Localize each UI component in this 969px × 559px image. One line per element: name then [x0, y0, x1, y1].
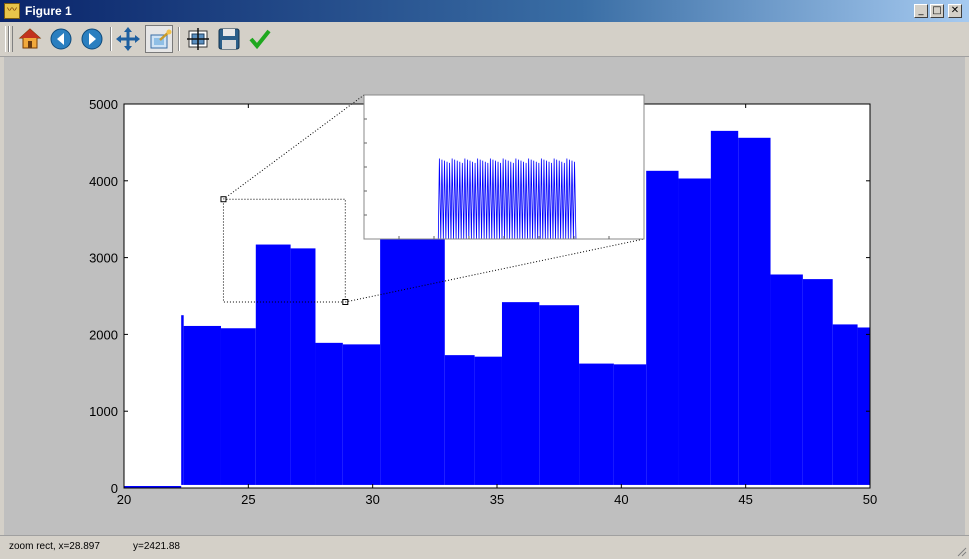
toolbar-grip-2	[9, 26, 13, 52]
forward-button[interactable]	[78, 25, 106, 53]
series-step-15	[646, 170, 679, 485]
x-tick-label: 30	[365, 492, 379, 507]
back-button[interactable]	[47, 25, 75, 53]
save-button[interactable]	[215, 25, 243, 53]
minimize-icon: _	[918, 5, 924, 16]
series-step-12	[539, 305, 580, 485]
series-step-2	[183, 325, 221, 485]
series-step-5	[290, 248, 316, 485]
y-tick-label: 1000	[89, 404, 118, 419]
x-tick-label: 35	[490, 492, 504, 507]
status-bar: zoom rect, x=28.897 y=2421.88	[0, 535, 969, 559]
x-tick-label: 50	[863, 492, 877, 507]
forward-arrow-icon	[81, 28, 103, 50]
series-step-6	[315, 342, 343, 485]
series-step-21	[832, 324, 858, 485]
series-step-7	[342, 344, 381, 485]
y-tick-label: 3000	[89, 251, 118, 266]
pan-button[interactable]	[114, 25, 142, 53]
series-step-11	[501, 302, 540, 485]
series-step-20	[802, 279, 833, 485]
home-icon	[18, 28, 42, 49]
window-title: Figure 1	[25, 4, 72, 18]
minimize-button[interactable]: _	[914, 4, 928, 18]
navigation-toolbar	[0, 22, 969, 57]
resize-grip-icon[interactable]	[955, 545, 967, 557]
x-tick-label: 25	[241, 492, 255, 507]
toolbar-separator	[110, 27, 112, 51]
back-arrow-icon	[50, 28, 72, 50]
pan-icon	[116, 27, 140, 51]
zoom-button[interactable]	[145, 25, 173, 53]
series-step-10	[474, 356, 502, 485]
matplotlib-app-icon: 〰	[4, 3, 20, 19]
title-bar: 〰 Figure 1 _ □ ✕	[0, 0, 969, 22]
series-step-4	[255, 244, 291, 485]
series-step-17	[710, 130, 739, 485]
configure-subplots-button[interactable]	[184, 25, 212, 53]
zoom-rect-icon	[150, 29, 172, 49]
series-step-18	[738, 137, 771, 485]
subplots-icon	[187, 28, 209, 50]
series-step-19	[770, 274, 803, 485]
toolbar-separator-2	[178, 27, 180, 51]
plot-svg[interactable]: 20 25 30 35 40 45 50 0 1000 2000 3000 4000 5000	[4, 57, 965, 535]
series-step-3	[220, 328, 256, 485]
x-tick-label: 40	[614, 492, 628, 507]
save-icon	[218, 28, 240, 50]
series-step-9	[444, 355, 475, 485]
checkmark-icon	[249, 29, 271, 50]
series-step-13	[579, 363, 614, 485]
series-step-22	[857, 327, 870, 485]
maximize-button[interactable]: □	[930, 4, 944, 18]
series-step-16	[678, 178, 711, 485]
y-tick-label: 4000	[89, 174, 118, 189]
status-x-readout: zoom rect, x=28.897	[9, 541, 100, 552]
y-tick-label: 2000	[89, 327, 118, 342]
maximize-icon: □	[932, 5, 942, 16]
x-tick-label: 20	[117, 492, 131, 507]
edit-parameters-button[interactable]	[246, 25, 274, 53]
close-button[interactable]: ✕	[948, 4, 962, 18]
inset-axes	[363, 94, 645, 240]
figure-canvas[interactable]: 20 25 30 35 40 45 50 0 1000 2000 3000 4000 5000	[4, 57, 965, 535]
status-y-readout: y=2421.88	[133, 541, 180, 552]
series-step-14	[613, 364, 647, 485]
close-icon: ✕	[950, 5, 960, 16]
home-button[interactable]	[16, 25, 44, 53]
series-step-1	[181, 315, 184, 485]
x-tick-label: 45	[738, 492, 752, 507]
y-tick-label: 5000	[89, 97, 118, 112]
zoom-corner-handle	[342, 298, 349, 305]
y-tick-label: 0	[111, 481, 118, 496]
